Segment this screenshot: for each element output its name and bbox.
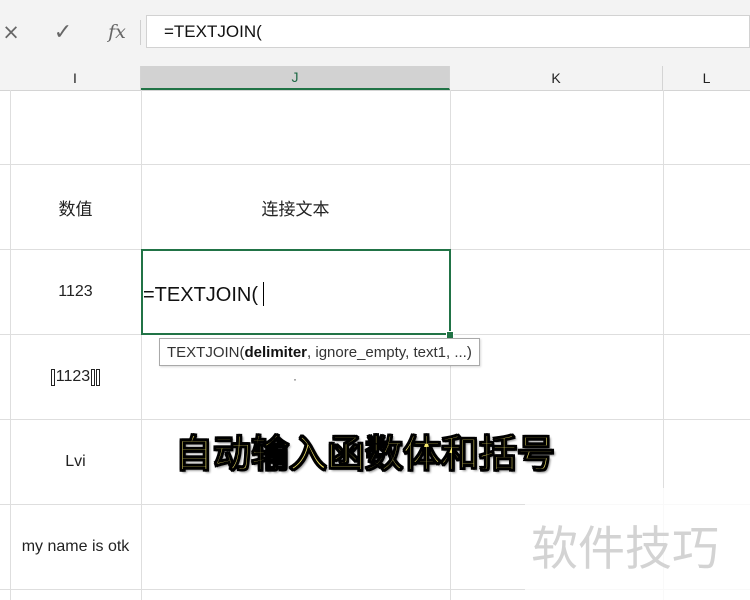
function-signature-tooltip[interactable]: TEXTJOIN( delimiter , ignore_empty, text… [159,338,480,366]
cell-i-1123[interactable]: 1123 [10,250,141,334]
small-dot: · [293,372,297,386]
cancel-edit-icon[interactable]: × [0,18,22,46]
formula-input[interactable]: =TEXTJOIN( [146,15,750,48]
cell-j-join-text-header[interactable]: 连接文本 [141,165,450,249]
watermark-text: 软件技巧 [531,521,719,577]
column-header-k[interactable]: K [450,66,663,90]
tooltip-remaining-parameters: , ignore_empty, text1, ...) [307,343,472,361]
formula-bar-divider [140,20,141,45]
cell-i-1123-special[interactable]: 1123 [10,335,141,419]
cell-i-my-name-is-otk[interactable]: my name is otk [10,505,141,589]
cell-i-value-header[interactable]: 数值 [10,165,141,249]
column-header-j[interactable]: J [141,66,450,90]
special-character-mark [91,368,96,386]
active-cell-formula-text[interactable]: =TEXTJOIN( [143,280,258,310]
column-header-l[interactable]: L [663,66,750,90]
tooltip-function-name: TEXTJOIN( [167,343,245,361]
tutorial-caption: 自动输入函数体和括号 [174,431,556,476]
text-cursor [263,282,264,306]
column-header-i[interactable]: I [10,66,141,90]
cell-i-1123-special-text: 1123 [55,368,91,385]
special-character-mark [50,368,55,386]
insert-function-icon[interactable]: fx [102,18,132,46]
special-character-mark [96,368,101,386]
cell-i-lvi[interactable]: Lvi [10,420,141,504]
tooltip-current-parameter: delimiter [244,343,308,361]
confirm-edit-icon[interactable]: ✓ [50,18,76,46]
